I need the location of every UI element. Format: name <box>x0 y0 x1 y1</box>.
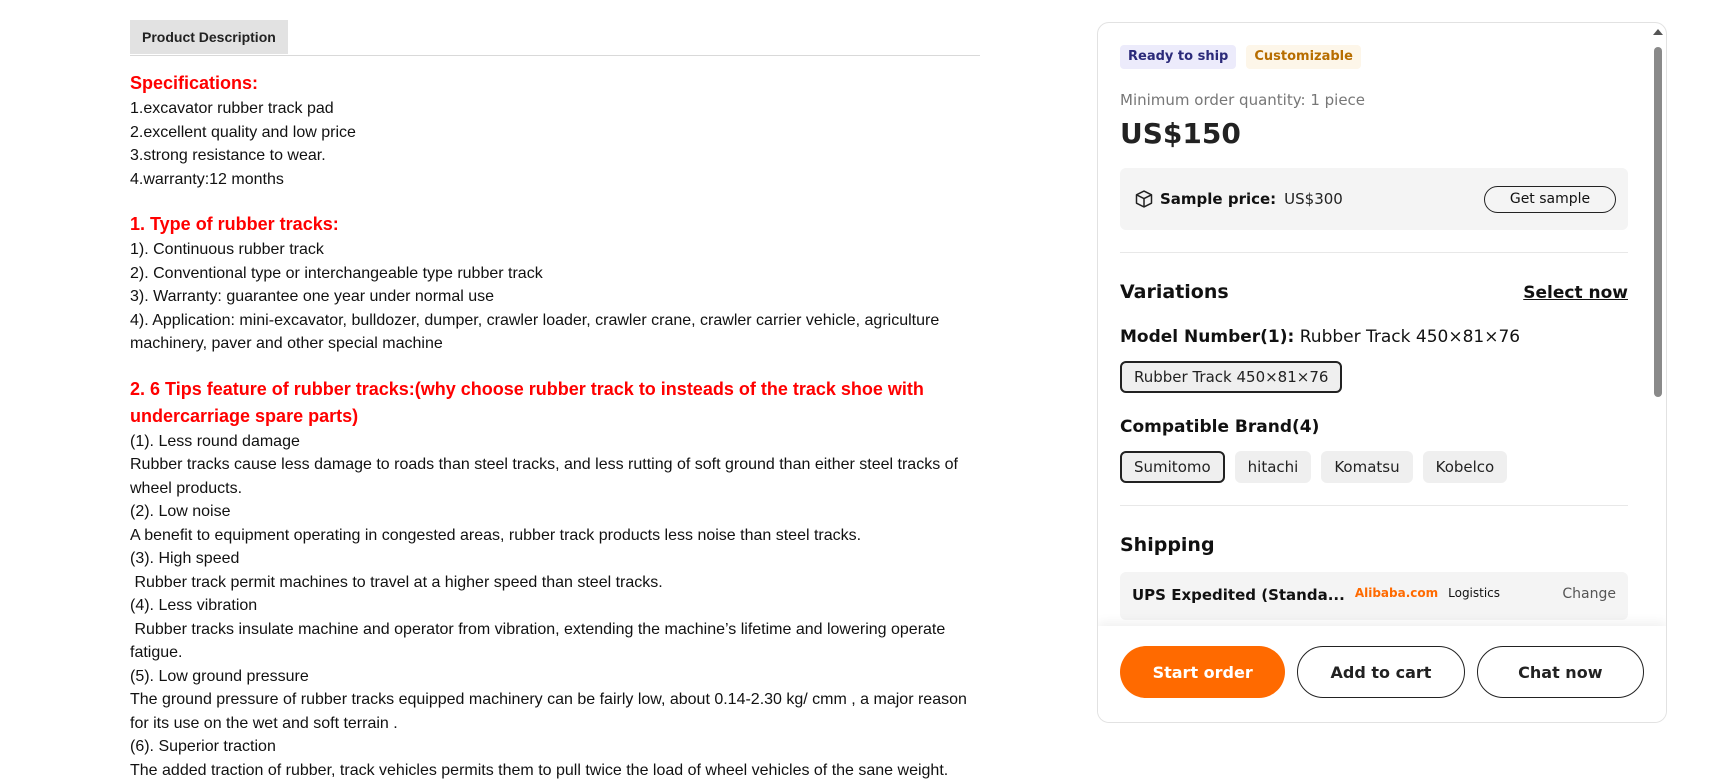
add-to-cart-button[interactable]: Add to cart <box>1297 646 1465 698</box>
brand-option-chip[interactable]: hitachi <box>1234 451 1312 483</box>
description-line: (1). Less round damage <box>130 432 300 450</box>
description-line: The ground pressure of rubber tracks equ… <box>130 691 972 732</box>
cube-icon <box>1135 190 1153 208</box>
description-line: Rubber track permit machines to travel a… <box>130 573 663 591</box>
description-tabbar: Product Description <box>130 20 980 56</box>
description-line: (6). Superior traction <box>130 738 276 755</box>
section-heading: 2. 6 Tips feature of rubber tracks:(why … <box>130 378 924 426</box>
description-line: Rubber tracks cause less damage to roads… <box>130 456 963 497</box>
section-heading: 1. Type of rubber tracks: <box>130 214 339 234</box>
ready-to-ship-badge: Ready to ship <box>1120 45 1237 69</box>
shipping-carrier: UPS Expedited (Standa... <box>1132 586 1345 604</box>
shipping-change-link[interactable]: Change <box>1562 586 1616 606</box>
start-order-button[interactable]: Start order <box>1120 646 1286 698</box>
model-option-chip[interactable]: Rubber Track 450×81×76 <box>1120 361 1343 393</box>
badges: Ready to ship Customizable <box>1120 45 1628 69</box>
panel-scrollbar[interactable] <box>1652 27 1664 626</box>
compatible-brand-label: Compatible Brand(4) <box>1120 417 1320 437</box>
description-line: (2). Low noise <box>130 503 231 520</box>
description-line: A benefit to equipment operating in cong… <box>130 526 862 544</box>
model-number-label: Model Number(1): <box>1120 327 1295 347</box>
order-panel-content: Ready to ship Customizable Minimum order… <box>1098 23 1652 626</box>
divider <box>1120 505 1628 506</box>
minimum-order-quantity: Minimum order quantity: 1 piece <box>1120 91 1366 109</box>
description-body: Specifications: 1.excavator rubber track … <box>130 56 980 782</box>
tab-product-description[interactable]: Product Description <box>130 20 288 54</box>
description-line: (3). High speed <box>130 550 240 567</box>
sample-price-box: Sample price: US$300 Get sample <box>1120 168 1628 230</box>
brand-option-chip[interactable]: Sumitomo <box>1120 451 1225 483</box>
description-line: 2). Conventional type or interchangeable… <box>130 264 543 282</box>
order-panel: Ready to ship Customizable Minimum order… <box>1097 22 1667 723</box>
select-now-link[interactable]: Select now <box>1523 283 1628 303</box>
divider <box>1120 252 1628 253</box>
description-line: (4). Less vibration <box>130 597 258 614</box>
model-number-row: Model Number(1): Rubber Track 450×81×76 <box>1120 327 1628 347</box>
variations-header: Variations Select now <box>1120 281 1628 303</box>
brand-option-chip[interactable]: Komatsu <box>1321 451 1413 483</box>
description-line: 1). Continuous rubber track <box>130 241 324 258</box>
customizable-badge: Customizable <box>1246 45 1361 69</box>
description-line: The added traction of rubber, track vehi… <box>130 761 949 779</box>
description-line: 1.excavator rubber track pad <box>130 100 334 117</box>
logistics-label: Logistics <box>1448 586 1501 600</box>
brand-option-chip[interactable]: Kobelco <box>1422 451 1508 483</box>
sample-price-value: US$300 <box>1284 190 1343 208</box>
brand-options: Sumitomo hitachi Komatsu Kobelco <box>1120 451 1628 483</box>
sample-price-label: Sample price: <box>1160 190 1277 208</box>
action-bar: Start order Add to cart Chat now <box>1098 626 1666 722</box>
shipping-title: Shipping <box>1120 534 1215 556</box>
description-line: 3). Warranty: guarantee one year under n… <box>130 288 495 305</box>
description-line: 3.strong resistance to wear. <box>130 147 326 164</box>
alibaba-logistics-brand: Alibaba.com <box>1354 586 1439 600</box>
model-options: Rubber Track 450×81×76 <box>1120 361 1628 393</box>
model-number-value: Rubber Track 450×81×76 <box>1299 327 1521 347</box>
description-line: 2.excellent quality and low price <box>130 123 356 141</box>
product-description: Product Description Specifications: 1.exc… <box>130 20 980 782</box>
description-line: 4). Application: mini-excavator, bulldoz… <box>130 311 944 353</box>
scrollbar-thumb[interactable] <box>1654 47 1662 397</box>
section-heading: Specifications: <box>130 73 259 93</box>
shipping-option[interactable]: UPS Expedited (Standa... Alibaba.com Log… <box>1120 572 1628 620</box>
compatible-brand-row: Compatible Brand(4) <box>1120 417 1628 437</box>
description-line: (5). Low ground pressure <box>130 667 309 685</box>
description-line: 4.warranty:12 months <box>130 170 284 188</box>
scroll-up-arrow-icon[interactable] <box>1653 29 1663 35</box>
variations-title: Variations <box>1120 281 1229 303</box>
price: US$150 <box>1120 117 1241 150</box>
chat-now-button[interactable]: Chat now <box>1476 646 1644 698</box>
description-line: Rubber tracks insulate machine and opera… <box>130 620 950 662</box>
get-sample-button[interactable]: Get sample <box>1484 185 1616 213</box>
